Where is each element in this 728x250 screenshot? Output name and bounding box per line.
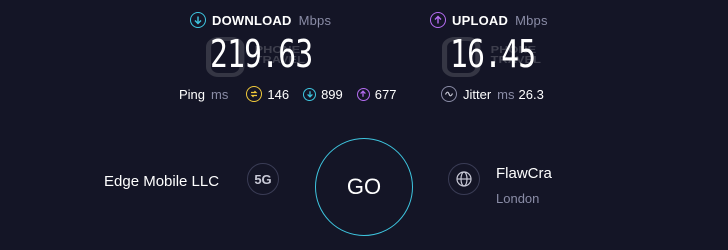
jitter-value: 26.3 xyxy=(518,86,544,102)
download-metric: DOWNLOAD Mbps PHONE TRAVEL 219.63 xyxy=(190,12,341,78)
ping-download-value: 899 xyxy=(321,86,343,102)
ping-idle-value: 146 xyxy=(267,86,290,102)
network-type-badge: 5G xyxy=(247,163,279,195)
jitter-wave-icon xyxy=(441,86,457,102)
idle-ping-icon xyxy=(246,86,263,102)
upload-label: UPLOAD xyxy=(452,12,509,28)
download-header: DOWNLOAD Mbps xyxy=(190,12,341,28)
download-arrow-icon xyxy=(190,12,206,28)
ping-download-stat: 899 xyxy=(303,87,343,102)
globe-icon xyxy=(448,163,480,195)
upload-value: 16.45 xyxy=(450,32,536,76)
server-name[interactable]: FlawCra xyxy=(496,165,552,182)
ping-upload-stat: 677 xyxy=(356,86,397,102)
upload-metric: UPLOAD Mbps PHONE TRAVEL 16.45 xyxy=(430,12,559,78)
download-arrow-icon xyxy=(303,87,317,101)
go-button[interactable]: GO xyxy=(315,138,413,236)
ping-unit: ms xyxy=(211,86,229,102)
download-label: DOWNLOAD xyxy=(212,12,292,28)
jitter-stats: Jitter ms 26.3 xyxy=(441,86,544,102)
ping-stats: Ping ms 146 899 677 xyxy=(179,86,396,102)
upload-arrow-icon xyxy=(430,12,446,28)
download-value: 219.63 xyxy=(210,32,313,76)
provider-name[interactable]: Edge Mobile LLC xyxy=(104,173,219,190)
ping-label: Ping xyxy=(179,86,206,102)
ping-upload-value: 677 xyxy=(374,86,397,102)
jitter-unit: ms xyxy=(497,86,515,102)
server-location[interactable]: London xyxy=(496,191,539,206)
ping-idle-stat: 146 xyxy=(246,86,289,102)
upload-arrow-icon xyxy=(356,87,370,101)
upload-unit: Mbps xyxy=(515,12,548,28)
upload-header: UPLOAD Mbps xyxy=(430,12,559,28)
jitter-label: Jitter xyxy=(463,86,492,102)
download-unit: Mbps xyxy=(298,12,332,28)
